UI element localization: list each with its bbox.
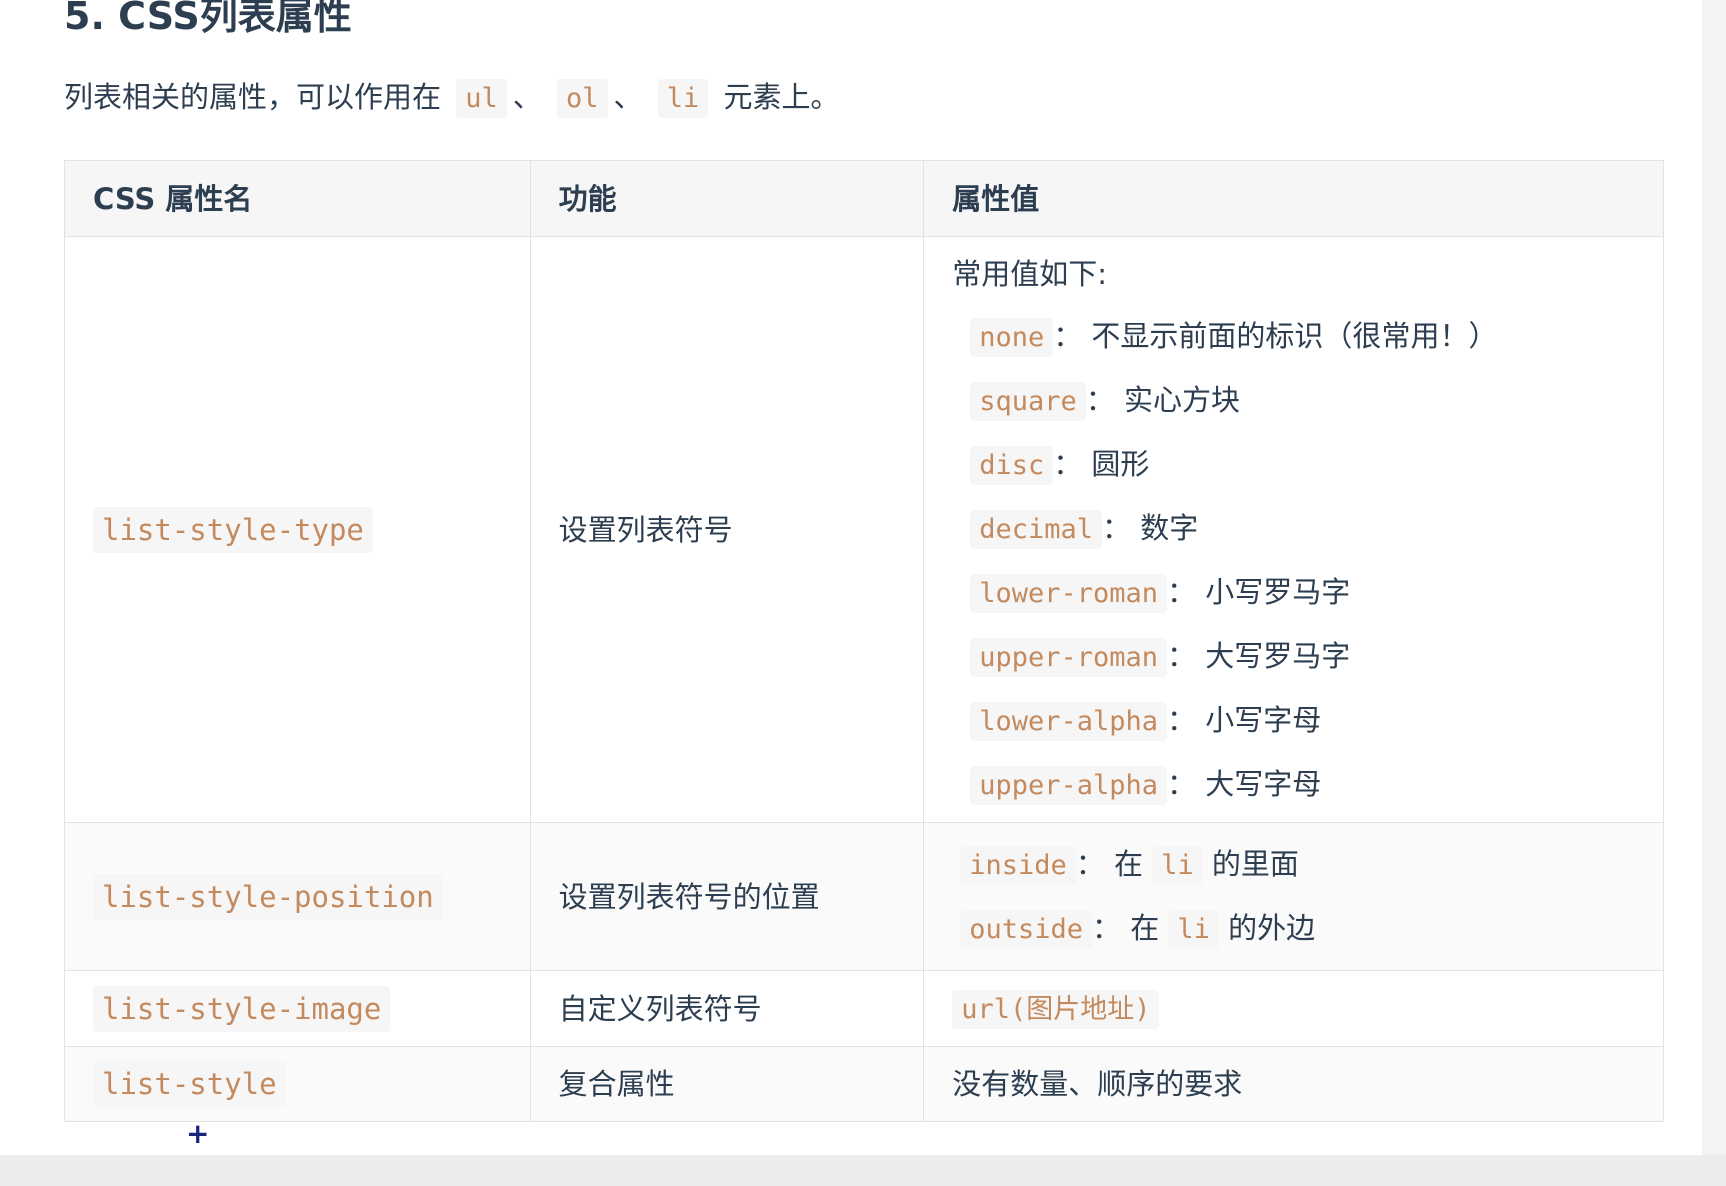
value-item: outside： 在 li 的外边 xyxy=(952,897,1635,961)
property-code: list-style-image xyxy=(93,985,391,1032)
tag-ul: ul xyxy=(456,79,507,118)
table-row: list-style 复合属性 没有数量、顺序的要求 xyxy=(64,1046,1664,1122)
cell-function: 设置列表符号 xyxy=(529,236,925,823)
cell-property: list-style xyxy=(64,1046,531,1122)
value-code: upper-alpha xyxy=(970,765,1167,805)
intro-paragraph: 列表相关的属性，可以作用在 ul、 ol、 li 元素上。 xyxy=(64,74,839,122)
value-item: inside： 在 li 的里面 xyxy=(952,833,1635,897)
intro-text: 列表相关的属性，可以作用在 xyxy=(64,80,442,114)
table-row: list-style-type 设置列表符号 常用值如下: none： 不显示前… xyxy=(64,236,1664,823)
value-code: square xyxy=(970,381,1086,421)
cell-property: list-style-type xyxy=(64,236,531,823)
tag-ol: ol xyxy=(556,79,608,118)
table-row: list-style-image 自定义列表符号 url(图片地址) xyxy=(64,970,1664,1047)
value-item: upper-roman： 大写罗马字 xyxy=(952,625,1635,689)
value-desc: ： 实心方块 xyxy=(1085,382,1240,417)
value-desc: ： 大写罗马字 xyxy=(1167,638,1351,673)
value-code: disc xyxy=(970,445,1054,485)
document-page: 5. CSS列表属性 列表相关的属性，可以作用在 ul、 ol、 li 元素上。… xyxy=(0,0,1702,1155)
header-values: 属性值 xyxy=(923,160,1664,237)
section-heading: 5. CSS列表属性 xyxy=(64,0,352,38)
table-header-row: CSS 属性名 功能 属性值 xyxy=(64,160,1664,237)
value-item: none： 不显示前面的标识（很常用！） xyxy=(952,305,1635,369)
value-code: url(图片地址) xyxy=(952,989,1160,1029)
list-properties-table: CSS 属性名 功能 属性值 list-style-type 设置列表符号 常用… xyxy=(64,160,1664,1122)
value-code: decimal xyxy=(970,509,1102,549)
value-item: disc： 圆形 xyxy=(952,433,1635,497)
value-item: lower-roman： 小写罗马字 xyxy=(952,561,1635,625)
cell-values: url(图片地址) xyxy=(923,970,1664,1047)
intro-text-end: 元素上。 xyxy=(723,80,840,114)
value-desc: ： 大写字母 xyxy=(1167,766,1322,801)
value-desc: ： 不显示前面的标识（很常用！） xyxy=(1053,318,1498,353)
value-desc: 的外边 xyxy=(1218,910,1316,945)
header-function: 功能 xyxy=(529,160,925,237)
value-code: none xyxy=(970,317,1054,357)
value-desc: ： 小写罗马字 xyxy=(1167,574,1351,609)
value-item: upper-alpha： 大写字母 xyxy=(952,753,1635,817)
intro-separator: 、 xyxy=(512,80,542,114)
value-code: inside xyxy=(960,845,1076,885)
cell-values: 没有数量、顺序的要求 xyxy=(923,1046,1664,1122)
value-code: lower-roman xyxy=(970,573,1167,613)
value-desc: ： 小写字母 xyxy=(1167,702,1322,737)
cell-values: 常用值如下: none： 不显示前面的标识（很常用！） square： 实心方块… xyxy=(923,236,1664,823)
cell-values: inside： 在 li 的里面 outside： 在 li 的外边 xyxy=(923,822,1664,971)
value-desc: ： 圆形 xyxy=(1053,446,1150,481)
property-code: list-style xyxy=(93,1061,286,1107)
value-desc: ： 在 xyxy=(1091,910,1169,945)
value-code: upper-roman xyxy=(970,637,1167,677)
property-code: list-style-type xyxy=(93,506,373,553)
value-code: lower-alpha xyxy=(970,701,1167,741)
value-desc: ： 数字 xyxy=(1101,510,1199,545)
crosshair-cursor-icon: + xyxy=(186,1117,210,1150)
value-code-li: li xyxy=(1168,909,1219,949)
intro-separator: 、 xyxy=(613,80,643,114)
value-item: decimal： 数字 xyxy=(952,497,1635,561)
cell-function: 复合属性 xyxy=(529,1046,925,1122)
table-row: list-style-position 设置列表符号的位置 inside： 在 … xyxy=(64,822,1664,971)
value-code-li: li xyxy=(1152,845,1203,885)
value-desc: ： 在 xyxy=(1075,846,1153,881)
scrollbar[interactable] xyxy=(1702,0,1726,1155)
value-item: square： 实心方块 xyxy=(952,369,1635,433)
cell-property: list-style-image xyxy=(64,970,531,1047)
values-intro: 常用值如下: xyxy=(952,256,1107,291)
value-code: outside xyxy=(960,909,1092,949)
value-desc: 的里面 xyxy=(1202,846,1299,881)
tag-li: li xyxy=(657,79,709,118)
header-property-name: CSS 属性名 xyxy=(64,160,531,237)
value-item: lower-alpha： 小写字母 xyxy=(952,689,1635,753)
cell-function: 自定义列表符号 xyxy=(529,970,925,1047)
property-code: list-style-position xyxy=(93,873,443,920)
cell-function: 设置列表符号的位置 xyxy=(529,822,925,971)
cell-property: list-style-position xyxy=(64,822,531,971)
